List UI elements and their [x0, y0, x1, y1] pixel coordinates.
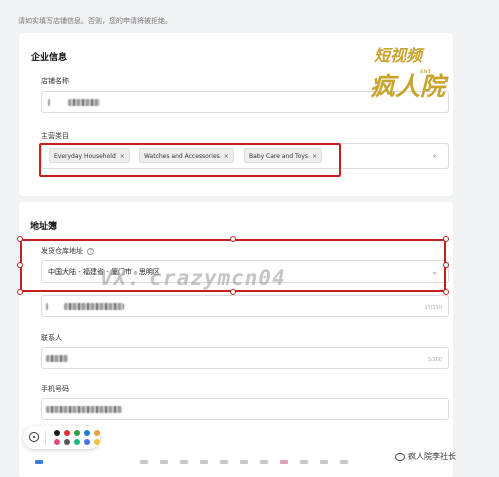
- strip-icon[interactable]: [220, 460, 228, 464]
- highlight-box-category: [39, 143, 341, 177]
- redacted-text: [46, 406, 122, 413]
- strip-icon[interactable]: [140, 460, 148, 464]
- color-swatch[interactable]: [84, 439, 90, 445]
- credit-text: 疯人院李社长: [408, 452, 456, 461]
- seal-top-text: 短视频: [374, 46, 423, 65]
- color-swatch[interactable]: [54, 430, 60, 436]
- redacted-text: [48, 99, 50, 106]
- detail-address-counter: 17/150: [424, 305, 442, 311]
- strip-icon[interactable]: [300, 460, 308, 464]
- annotation-toolbar: [23, 426, 100, 449]
- contact-input[interactable]: 3/100: [41, 347, 449, 369]
- resize-handle[interactable]: [230, 236, 236, 242]
- color-swatch[interactable]: [64, 439, 70, 445]
- redacted-text: [46, 355, 68, 362]
- resize-handle[interactable]: [17, 289, 23, 295]
- strip-icon[interactable]: [160, 460, 168, 464]
- resize-handle[interactable]: [443, 262, 449, 268]
- seal-logo: 短视频 EST 疯人院: [366, 46, 448, 118]
- phone-input[interactable]: [41, 398, 449, 420]
- resize-handle[interactable]: [443, 289, 449, 295]
- color-swatch[interactable]: [74, 439, 80, 445]
- contact-counter: 3/100: [427, 357, 442, 363]
- chevron-down-icon[interactable]: ⌄: [431, 150, 438, 159]
- phone-label: 手机号码: [41, 385, 69, 393]
- redacted-text: [64, 303, 124, 310]
- redacted-text: [46, 303, 48, 310]
- credit-watermark: 疯人院李社长: [395, 451, 456, 462]
- bottom-icon-strip: [30, 460, 360, 466]
- notice-text: 请如实填写店铺信息。否则，您的申请将被拒绝。: [18, 17, 172, 25]
- resize-handle[interactable]: [443, 236, 449, 242]
- watermark-text: VX：crazymcn04: [100, 266, 286, 290]
- strip-icon[interactable]: [200, 460, 208, 464]
- store-name-label: 店铺名称: [41, 77, 69, 85]
- strip-icon[interactable]: [180, 460, 188, 464]
- section-title-address: 地址簿: [30, 222, 58, 232]
- detail-address-input[interactable]: 17/150: [41, 295, 449, 317]
- strip-icon[interactable]: [340, 460, 348, 464]
- strip-icon[interactable]: [240, 460, 248, 464]
- color-swatch[interactable]: [54, 439, 60, 445]
- redacted-text: [68, 99, 100, 106]
- wechat-icon: [395, 452, 405, 461]
- strip-icon[interactable]: [280, 460, 288, 464]
- toolbar-divider: [45, 431, 46, 444]
- color-swatch[interactable]: [94, 439, 100, 445]
- pointer-tool-icon[interactable]: [29, 432, 39, 442]
- strip-icon[interactable]: [35, 460, 43, 464]
- contact-label: 联系人: [41, 334, 62, 342]
- color-swatch[interactable]: [64, 430, 70, 436]
- resize-handle[interactable]: [17, 262, 23, 268]
- seal-bottom-text: 疯人院: [370, 72, 446, 101]
- category-label: 主营类目: [41, 132, 69, 140]
- color-swatch[interactable]: [84, 430, 90, 436]
- strip-icon[interactable]: [260, 460, 268, 464]
- section-title-company: 企业信息: [31, 53, 68, 63]
- color-swatch[interactable]: [74, 430, 80, 436]
- strip-icon[interactable]: [320, 460, 328, 464]
- color-swatch[interactable]: [94, 430, 100, 436]
- resize-handle[interactable]: [17, 236, 23, 242]
